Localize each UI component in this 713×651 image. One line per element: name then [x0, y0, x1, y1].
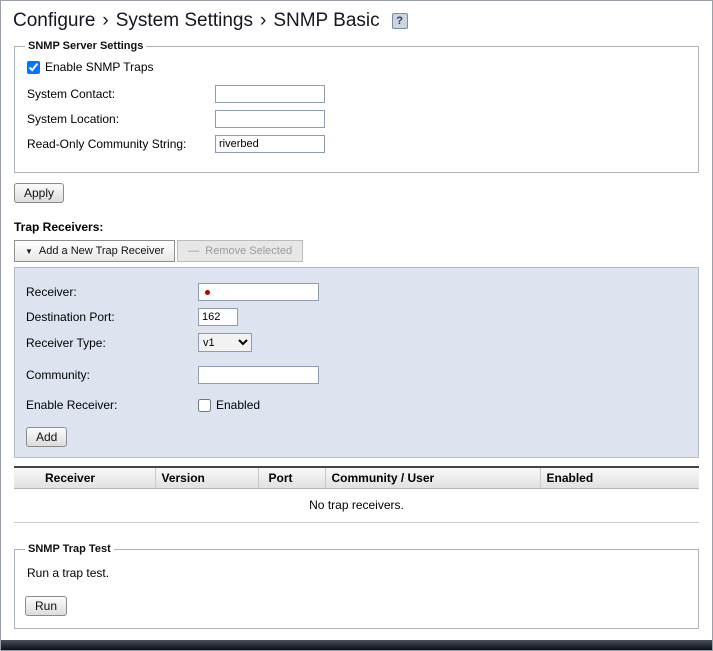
required-marker-icon [205, 290, 210, 295]
trap-receivers-heading: Trap Receivers: [14, 220, 104, 234]
enable-receiver-row: Enable Receiver: Enabled [26, 398, 687, 412]
footer-bar [1, 640, 712, 650]
snmp-trap-test-legend: SNMP Trap Test [28, 543, 111, 555]
snmp-server-settings-section: SNMP Server Settings Enable SNMP Traps S… [14, 40, 699, 173]
empty-table-row: No trap receivers. [14, 488, 699, 523]
col-receiver: Receiver [14, 466, 156, 489]
apply-button[interactable]: Apply [14, 183, 65, 203]
breadcrumb-separator: › [260, 10, 267, 31]
receiver-type-row: Receiver Type: v1 [26, 333, 687, 352]
enable-receiver-checkbox[interactable] [198, 398, 211, 412]
minus-icon: — [188, 245, 200, 257]
enabled-checkbox-label[interactable]: Enabled [216, 398, 260, 412]
destination-port-input[interactable] [198, 308, 238, 326]
enable-snmp-traps-checkbox[interactable] [27, 60, 40, 74]
system-contact-input[interactable] [215, 85, 325, 103]
trap-receivers-table: Receiver Version Port Community / User E… [14, 466, 699, 523]
system-location-row: System Location: [27, 110, 686, 128]
remove-selected-button[interactable]: — Remove Selected [177, 240, 304, 262]
col-enabled: Enabled [540, 466, 699, 489]
system-contact-label: System Contact: [27, 87, 116, 101]
destination-port-row: Destination Port: [26, 308, 687, 326]
remove-selected-label: Remove Selected [205, 245, 293, 257]
read-only-community-row: Read-Only Community String: [27, 135, 686, 153]
breadcrumb-system-settings: System Settings [115, 10, 253, 31]
community-row: Community: [26, 366, 687, 384]
receiver-type-select[interactable]: v1 [198, 333, 252, 352]
read-only-community-label: Read-Only Community String: [27, 137, 187, 151]
snmp-server-settings-legend: SNMP Server Settings [28, 40, 144, 52]
add-button[interactable]: Add [26, 427, 68, 447]
system-location-input[interactable] [215, 110, 325, 128]
receiver-label: Receiver: [26, 285, 77, 299]
receiver-row: Receiver: [26, 283, 687, 301]
enable-snmp-traps-label[interactable]: Enable SNMP Traps [45, 60, 154, 74]
enable-receiver-label: Enable Receiver: [26, 398, 118, 412]
table-header-row: Receiver Version Port Community / User E… [14, 466, 699, 489]
help-icon[interactable]: ? [391, 13, 408, 29]
system-contact-row: System Contact: [27, 85, 686, 103]
community-label: Community: [26, 368, 91, 382]
trap-receivers-toolbar: ▼ Add a New Trap Receiver — Remove Selec… [14, 240, 699, 262]
breadcrumb: Configure › System Settings › SNMP Basic… [1, 1, 712, 40]
snmp-trap-test-section: SNMP Trap Test Run a trap test. Run [14, 543, 699, 629]
empty-table-message: No trap receivers. [14, 488, 699, 523]
col-port: Port [258, 466, 326, 489]
add-new-trap-receiver-label: Add a New Trap Receiver [38, 245, 165, 257]
add-new-trap-receiver-button[interactable]: ▼ Add a New Trap Receiver [14, 240, 176, 262]
destination-port-label: Destination Port: [26, 310, 115, 324]
read-only-community-input[interactable] [215, 135, 325, 153]
trap-test-description: Run a trap test. [27, 566, 110, 580]
enable-snmp-traps-row: Enable SNMP Traps [27, 60, 686, 74]
receiver-input[interactable] [198, 283, 319, 301]
system-location-label: System Location: [27, 112, 120, 126]
receiver-input-wrap [198, 283, 319, 301]
community-input[interactable] [198, 366, 319, 384]
col-community-user: Community / User [325, 466, 541, 489]
breadcrumb-configure: Configure [13, 10, 96, 31]
breadcrumb-separator: › [102, 10, 109, 31]
triangle-down-icon: ▼ [25, 246, 33, 256]
col-version: Version [155, 466, 259, 489]
trap-receiver-form-panel: Receiver: Destination Port: Receiver Typ… [14, 267, 699, 458]
receiver-type-label: Receiver Type: [26, 335, 106, 350]
snmp-basic-page: Configure › System Settings › SNMP Basic… [0, 0, 713, 651]
run-button[interactable]: Run [25, 596, 68, 616]
breadcrumb-snmp-basic: SNMP Basic [273, 10, 380, 31]
